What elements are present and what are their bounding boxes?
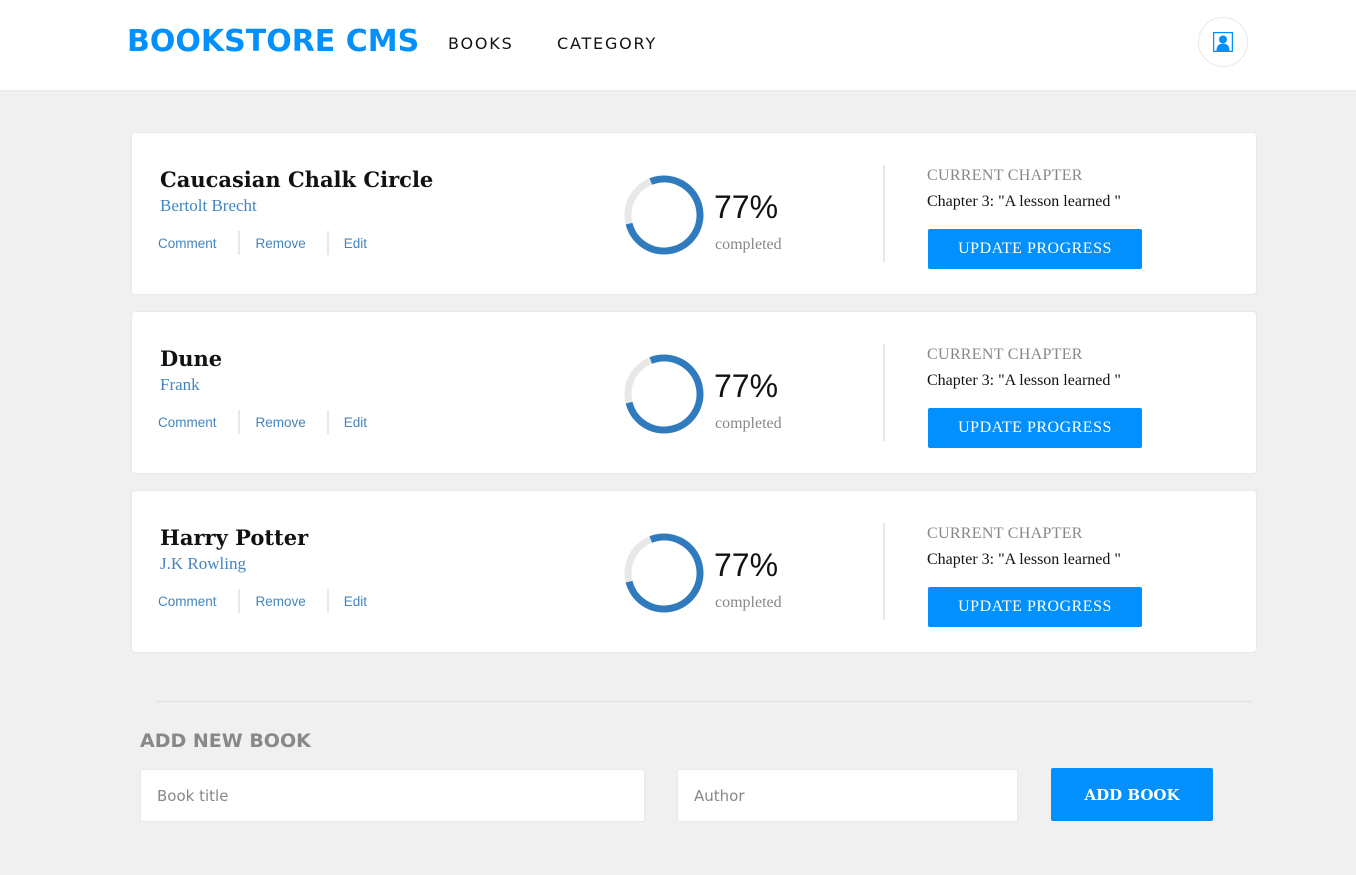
book-actions: Comment Remove Edit bbox=[158, 410, 367, 434]
card-divider bbox=[883, 165, 885, 262]
book-actions: Comment Remove Edit bbox=[158, 589, 367, 613]
progress-ring bbox=[624, 354, 704, 434]
current-chapter: Chapter 3: "A lesson learned " bbox=[927, 193, 1121, 210]
header: BOOKSTORE CMS BOOKS CATEGORY bbox=[0, 0, 1356, 91]
action-divider bbox=[237, 410, 240, 434]
book-title: Harry Potter bbox=[160, 525, 309, 550]
action-divider bbox=[237, 589, 240, 613]
book-actions: Comment Remove Edit bbox=[158, 231, 367, 255]
edit-button[interactable]: Edit bbox=[344, 236, 367, 251]
update-progress-button[interactable]: UPDATE PROGRESS bbox=[928, 408, 1142, 448]
logo[interactable]: BOOKSTORE CMS bbox=[127, 24, 419, 59]
add-book-button[interactable]: ADD BOOK bbox=[1051, 768, 1213, 821]
current-chapter: Chapter 3: "A lesson learned " bbox=[927, 551, 1121, 568]
book-card: Caucasian Chalk Circle Bertolt Brecht Co… bbox=[131, 132, 1257, 295]
nav-category[interactable]: CATEGORY bbox=[557, 34, 657, 53]
progress-ring-fill bbox=[624, 175, 704, 255]
book-title-input[interactable] bbox=[140, 769, 645, 822]
remove-button[interactable]: Remove bbox=[256, 594, 306, 609]
current-chapter-heading: CURRENT CHAPTER bbox=[927, 525, 1083, 542]
remove-button[interactable]: Remove bbox=[256, 415, 306, 430]
action-divider bbox=[326, 410, 329, 434]
action-divider bbox=[237, 231, 240, 255]
progress-percent: 77% bbox=[714, 189, 779, 225]
update-progress-button[interactable]: UPDATE PROGRESS bbox=[928, 229, 1142, 269]
nav-books[interactable]: BOOKS bbox=[448, 34, 514, 53]
book-author[interactable]: Bertolt Brecht bbox=[160, 196, 257, 216]
completed-label: completed bbox=[715, 415, 782, 432]
progress-ring-fill bbox=[624, 533, 704, 613]
form-divider bbox=[156, 701, 1252, 702]
edit-button[interactable]: Edit bbox=[344, 415, 367, 430]
current-chapter-heading: CURRENT CHAPTER bbox=[927, 167, 1083, 184]
book-card: Dune Frank Comment Remove Edit 77% compl… bbox=[131, 311, 1257, 474]
card-divider bbox=[883, 523, 885, 620]
progress-ring-fill bbox=[624, 354, 704, 434]
user-icon bbox=[1213, 32, 1233, 52]
progress-ring bbox=[624, 175, 704, 255]
progress-percent: 77% bbox=[714, 368, 779, 404]
action-divider bbox=[326, 589, 329, 613]
book-author[interactable]: J.K Rowling bbox=[160, 554, 246, 574]
author-input[interactable] bbox=[677, 769, 1018, 822]
action-divider bbox=[326, 231, 329, 255]
update-progress-button[interactable]: UPDATE PROGRESS bbox=[928, 587, 1142, 627]
book-card: Harry Potter J.K Rowling Comment Remove … bbox=[131, 490, 1257, 653]
comment-button[interactable]: Comment bbox=[158, 594, 217, 609]
book-title: Caucasian Chalk Circle bbox=[160, 167, 434, 192]
remove-button[interactable]: Remove bbox=[256, 236, 306, 251]
current-chapter: Chapter 3: "A lesson learned " bbox=[927, 372, 1121, 389]
book-author[interactable]: Frank bbox=[160, 375, 200, 395]
completed-label: completed bbox=[715, 594, 782, 611]
book-title: Dune bbox=[160, 346, 223, 371]
progress-ring bbox=[624, 533, 704, 613]
card-divider bbox=[883, 344, 885, 441]
comment-button[interactable]: Comment bbox=[158, 236, 217, 251]
comment-button[interactable]: Comment bbox=[158, 415, 217, 430]
progress-percent: 77% bbox=[714, 547, 779, 583]
current-chapter-heading: CURRENT CHAPTER bbox=[927, 346, 1083, 363]
edit-button[interactable]: Edit bbox=[344, 594, 367, 609]
completed-label: completed bbox=[715, 236, 782, 253]
add-book-title: ADD NEW BOOK bbox=[140, 730, 311, 752]
user-button[interactable] bbox=[1198, 17, 1248, 67]
